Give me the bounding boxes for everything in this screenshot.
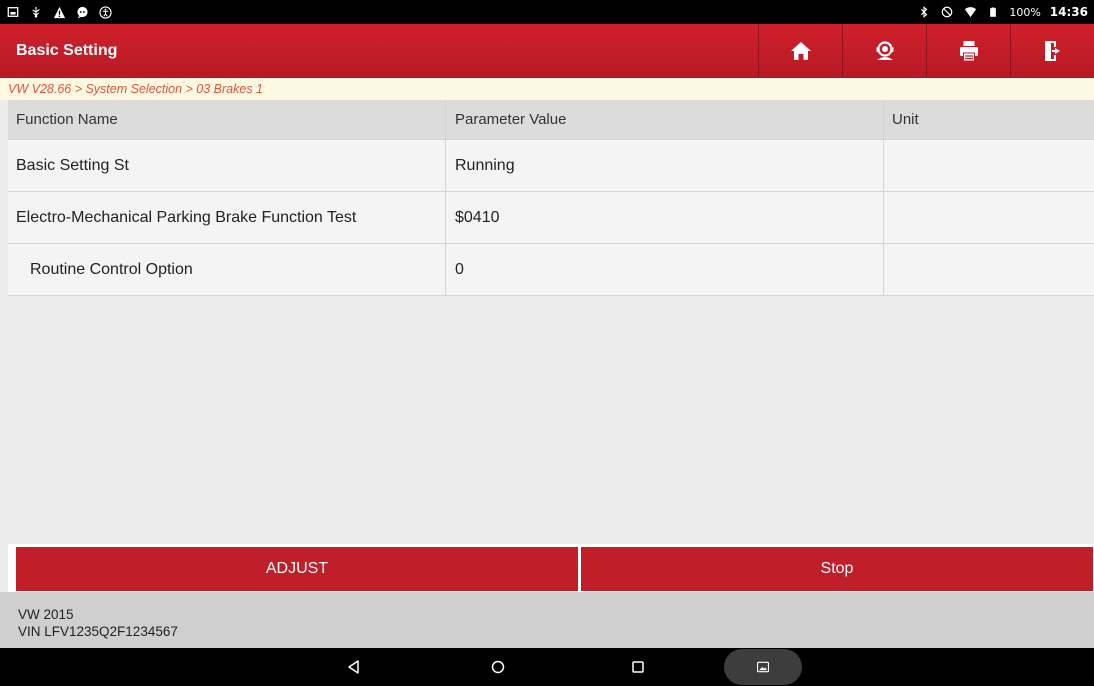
function-name-cell: Electro-Mechanical Parking Brake Functio… — [16, 208, 357, 226]
vehicle-info: VW 2015 VIN LFV1235Q2F1234567 — [0, 592, 1094, 648]
column-header-unit: Unit — [883, 100, 1094, 139]
home-icon — [790, 42, 811, 60]
battery-icon — [986, 5, 1000, 19]
gallery-button[interactable] — [724, 649, 802, 685]
stop-button[interactable]: Stop — [581, 547, 1093, 591]
unit-cell — [883, 140, 1094, 191]
table-row[interactable]: Electro-Mechanical Parking Brake Functio… — [8, 192, 1094, 244]
status-bar: 100% 14:36 — [0, 0, 1094, 24]
bluetooth-icon — [917, 5, 931, 19]
vehicle-vin: VIN LFV1235Q2F1234567 — [18, 624, 178, 639]
function-name-cell: Basic Setting St — [16, 156, 129, 174]
recents-button[interactable] — [614, 648, 662, 686]
table-empty-area — [8, 298, 1094, 544]
chat-icon — [75, 5, 89, 19]
column-header-parameter-value: Parameter Value — [445, 100, 883, 139]
adjust-button[interactable]: ADJUST — [16, 547, 578, 591]
accessibility-icon — [98, 5, 112, 19]
column-header-function-name: Function Name — [16, 111, 118, 128]
notification-icon — [6, 5, 20, 19]
recents-icon — [632, 661, 644, 673]
page-title: Basic Setting — [16, 42, 118, 59]
clock: 14:36 — [1049, 5, 1088, 19]
print-button[interactable] — [926, 24, 1010, 78]
warning-icon — [52, 5, 66, 19]
home-nav-button[interactable] — [474, 648, 522, 686]
parameter-value-cell: 0 — [445, 244, 883, 295]
dnd-icon — [940, 5, 954, 19]
parameter-table: Function Name Parameter Value Unit Basic… — [8, 100, 1094, 296]
breadcrumb: VW V28.66 > System Selection > 03 Brakes… — [0, 78, 1094, 100]
table-row[interactable]: Routine Control Option 0 — [8, 244, 1094, 296]
vehicle-model: VW 2015 — [18, 607, 74, 622]
back-icon — [348, 660, 359, 674]
battery-percent: 100% — [1009, 5, 1041, 19]
home-circle-icon — [491, 660, 505, 674]
parameter-value-cell: $0410 — [445, 192, 883, 243]
home-button[interactable] — [758, 24, 842, 78]
parameter-value-cell: Running — [445, 140, 883, 191]
function-name-cell: Routine Control Option — [30, 260, 193, 278]
table-row[interactable]: Basic Setting St Running — [8, 140, 1094, 192]
exit-icon — [1044, 41, 1060, 61]
unit-cell — [883, 192, 1094, 243]
back-button[interactable] — [330, 648, 378, 686]
action-bar: ADJUST Stop — [8, 544, 1094, 592]
header-bar: Basic Setting — [0, 24, 1094, 78]
wifi-icon — [963, 5, 977, 19]
navigation-bar — [0, 648, 1094, 686]
app-screen: 100% 14:36 Basic Setting VW V28.66 > Sys… — [0, 0, 1094, 686]
support-icon — [876, 41, 893, 60]
print-icon — [959, 41, 978, 62]
support-button[interactable] — [842, 24, 926, 78]
gallery-icon — [757, 661, 769, 673]
usb-icon — [29, 5, 43, 19]
table-header-row: Function Name Parameter Value Unit — [8, 100, 1094, 140]
exit-button[interactable] — [1010, 24, 1094, 78]
unit-cell — [883, 244, 1094, 295]
